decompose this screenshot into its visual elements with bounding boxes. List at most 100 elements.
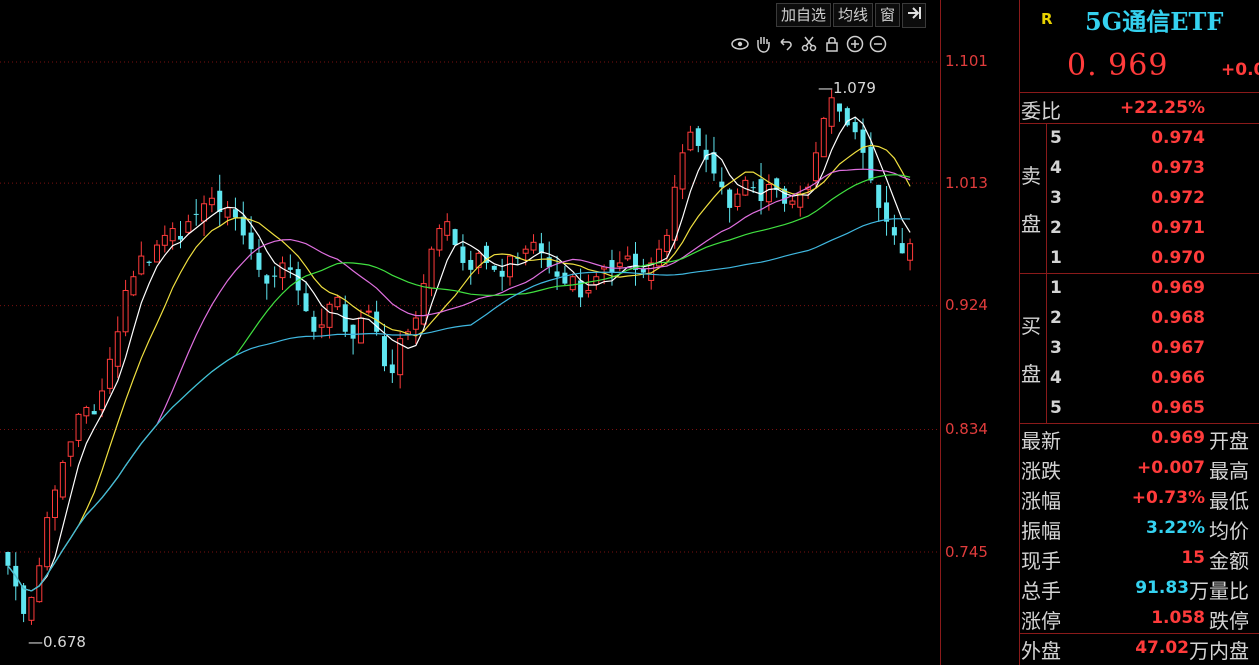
candle (114, 316, 121, 379)
stat-label: 最新 (1021, 429, 1061, 453)
zoom-in-icon[interactable] (845, 34, 865, 54)
buy-price[interactable]: 0.966 (1115, 368, 1205, 388)
candle (138, 241, 145, 276)
chart-tools (730, 34, 888, 54)
chart-canvas[interactable] (0, 0, 940, 665)
candle (201, 195, 208, 237)
stat-label: 涨幅 (1021, 489, 1061, 513)
buy-level: 5 (1050, 398, 1062, 418)
sell-price[interactable]: 0.972 (1115, 188, 1205, 208)
buy-price[interactable]: 0.967 (1115, 338, 1205, 358)
candle (899, 227, 905, 254)
zoom-out-icon[interactable] (868, 34, 888, 54)
candle (326, 301, 333, 339)
candle (585, 274, 592, 298)
stat-value: 3.22% (1146, 518, 1205, 538)
ma20-line (7, 168, 911, 592)
candle (475, 251, 482, 275)
sell-side-label: 盘 (1021, 212, 1041, 236)
buy-price[interactable]: 0.969 (1115, 278, 1205, 298)
hand-icon[interactable] (753, 34, 773, 54)
candle (36, 557, 43, 603)
candle (240, 201, 246, 245)
price-tick: 0.745 (945, 543, 988, 561)
candle (146, 260, 152, 267)
candle (91, 404, 97, 415)
moving-average-button[interactable]: 均线 (833, 3, 874, 27)
expand-panel-icon[interactable] (902, 2, 927, 28)
buy-price[interactable]: 0.968 (1115, 308, 1205, 328)
add-watchlist-button[interactable]: 加自选 (776, 3, 832, 27)
order-ratio-value: +22.25% (1119, 98, 1205, 118)
stat-right-label: 金额 (1209, 549, 1249, 573)
sell-price[interactable]: 0.970 (1115, 248, 1205, 268)
candle (130, 270, 137, 297)
stat-value: +0.007 (1136, 458, 1205, 478)
candle (460, 234, 466, 271)
candle (695, 125, 701, 153)
candle (389, 349, 395, 383)
sell-price[interactable]: 0.974 (1115, 128, 1205, 148)
stat-value: 0.969 (1151, 428, 1205, 448)
candle (578, 268, 584, 308)
candle (193, 199, 199, 226)
stat-unit: 万 (1189, 579, 1209, 603)
stat-right-label: 跌停 (1209, 609, 1249, 633)
ma30-line (7, 174, 911, 592)
buy-price[interactable]: 0.965 (1115, 398, 1205, 418)
candle (59, 460, 66, 500)
sell-price[interactable]: 0.973 (1115, 158, 1205, 178)
candle (491, 265, 497, 272)
stat-value: +0.73% (1131, 488, 1205, 508)
candlestick-chart[interactable]: 加自选 均线 窗 —1.079 —0.678 (0, 0, 940, 665)
stat-label: 现手 (1021, 549, 1061, 573)
eye-icon[interactable] (730, 34, 750, 54)
window-button[interactable]: 窗 (875, 3, 901, 27)
candle (711, 136, 717, 181)
lock-icon[interactable] (822, 34, 842, 54)
candle (483, 242, 489, 270)
candle (633, 242, 639, 286)
candle (185, 214, 192, 235)
r-marker: R (1041, 10, 1053, 28)
candle (569, 273, 576, 292)
buy-level: 3 (1050, 338, 1062, 358)
high-annotation: —1.079 (818, 79, 876, 97)
stat-label: 外盘 (1021, 639, 1061, 663)
stat-right-label: 内盘 (1209, 639, 1249, 663)
scissors-icon[interactable] (799, 34, 819, 54)
candle (860, 118, 866, 169)
candle (287, 254, 293, 279)
price-tick: 0.834 (945, 420, 988, 438)
candle (51, 485, 58, 531)
order-ratio-label: 委比 (1021, 99, 1061, 123)
candle (374, 300, 380, 336)
candle (468, 250, 474, 285)
buy-side-label: 买 (1021, 314, 1041, 338)
undo-icon[interactable] (776, 34, 796, 54)
buy-level: 4 (1050, 368, 1062, 388)
candle (178, 221, 184, 249)
stat-label: 涨跌 (1021, 459, 1061, 483)
candle (67, 441, 74, 467)
low-annotation: —0.678 (28, 633, 86, 651)
buy-level: 1 (1050, 278, 1062, 298)
sell-level: 2 (1050, 218, 1062, 238)
candle (75, 412, 82, 448)
stat-value: 15 (1181, 548, 1205, 568)
candle (83, 405, 90, 424)
price-tick: 0.924 (945, 296, 988, 314)
candle (161, 225, 168, 253)
stat-label: 总手 (1021, 579, 1061, 603)
sell-level: 1 (1050, 248, 1062, 268)
price-axis: 1.101 1.013 0.924 0.834 0.745 (940, 0, 1020, 665)
fund-name: 5G通信ETF (1085, 7, 1224, 36)
candle (538, 232, 544, 268)
stat-label: 涨停 (1021, 609, 1061, 633)
sell-level: 4 (1050, 158, 1062, 178)
buy-level: 2 (1050, 308, 1062, 328)
sell-price[interactable]: 0.971 (1115, 218, 1205, 238)
stat-right-label: 最高 (1209, 459, 1249, 483)
candle (256, 239, 262, 278)
candle (530, 234, 537, 254)
